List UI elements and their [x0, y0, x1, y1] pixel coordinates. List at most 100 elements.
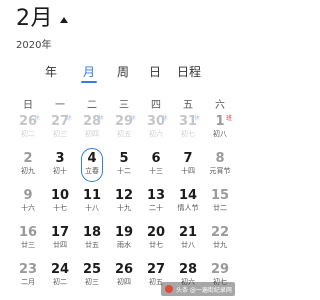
day-number: 3: [55, 151, 65, 166]
day-cell[interactable]: 12 十九: [108, 184, 140, 221]
week-row: 16 廿三 17 廿四 18 廿五 19 雨水 20 廿七 21 廿八 22 廿九: [12, 221, 236, 258]
calendar-header: 2月 2020年: [16, 6, 68, 51]
day-number: 27: [146, 262, 166, 277]
day-lunar-label: 初四: [117, 278, 131, 286]
day-lunar-label: 十八: [85, 204, 99, 212]
day-number: 23: [18, 262, 38, 277]
day-cell[interactable]: 5 十二: [108, 147, 140, 184]
day-cell[interactable]: 10 十七: [44, 184, 76, 221]
weekday-wed: 三: [119, 100, 129, 111]
tab-day[interactable]: 日: [147, 64, 163, 80]
day-number: 9: [23, 188, 33, 203]
day-cell[interactable]: 14 情人节: [172, 184, 204, 221]
day-number: 11: [82, 188, 102, 203]
day-cell[interactable]: 3 初十: [44, 147, 76, 184]
weekday-sun: 日: [23, 100, 33, 111]
day-cell[interactable]: 23 二月: [12, 258, 44, 295]
day-number: 5: [119, 151, 129, 166]
day-cell[interactable]: 9 十六: [12, 184, 44, 221]
day-lunar-label: 廿三: [21, 241, 35, 249]
weekday-header: 日 一 二 三 四 五 六: [12, 96, 236, 111]
watermark-logo-icon: [165, 285, 173, 293]
holiday-badge: 休: [130, 115, 137, 122]
day-cell[interactable]: 21 廿八: [172, 221, 204, 258]
day-cell[interactable]: 25 初三: [76, 258, 108, 295]
tab-month[interactable]: 月: [81, 64, 97, 83]
week-row: 26 初二休 27 初三休 28 初四休 29 初五休 30 初六休 31 初七休 1 初八班: [12, 110, 236, 147]
tab-year[interactable]: 年: [43, 64, 59, 80]
day-number: 4: [87, 151, 97, 166]
day-lunar-label: 十六: [21, 204, 35, 212]
watermark: 头条 @一遍街纪录网: [161, 282, 235, 296]
day-lunar-label: 初三: [53, 130, 67, 138]
day-cell[interactable]: 19 雨水: [108, 221, 140, 258]
weekday-sat: 六: [215, 100, 225, 111]
day-number: 28: [178, 262, 198, 277]
day-cell[interactable]: 27 初三休: [44, 110, 76, 147]
day-lunar-label: 十三: [149, 167, 163, 175]
day-number: 24: [50, 262, 70, 277]
day-cell[interactable]: 15 廿二: [204, 184, 236, 221]
day-cell[interactable]: 6 十三: [140, 147, 172, 184]
day-cell[interactable]: 28 初四休: [76, 110, 108, 147]
day-cell[interactable]: 13 二十: [140, 184, 172, 221]
day-number: 14: [178, 188, 198, 203]
day-number: 25: [82, 262, 102, 277]
day-lunar-label: 二十: [149, 204, 163, 212]
tab-week[interactable]: 周: [115, 64, 131, 80]
day-number: 29: [210, 262, 230, 277]
day-number: 6: [151, 151, 161, 166]
day-cell[interactable]: 16 廿三: [12, 221, 44, 258]
day-cell[interactable]: 31 初七休: [172, 110, 204, 147]
day-lunar-label: 廿五: [85, 241, 99, 249]
day-lunar-label: 雨水: [117, 241, 131, 249]
day-lunar-label: 初八: [213, 130, 227, 138]
day-lunar-label: 廿四: [53, 241, 67, 249]
day-lunar-label: 十七: [53, 204, 67, 212]
day-cell[interactable]: 11 十八: [76, 184, 108, 221]
day-number: 26: [114, 262, 134, 277]
month-selector[interactable]: 2月: [16, 6, 68, 32]
day-cell[interactable]: 2 初九: [12, 147, 44, 184]
day-number: 2: [23, 151, 33, 166]
day-number: 21: [178, 225, 198, 240]
tab-schedule[interactable]: 日程: [175, 64, 203, 80]
day-cell[interactable]: 1 初八班: [204, 110, 236, 147]
day-lunar-label: 初九: [21, 167, 35, 175]
day-lunar-label: 廿九: [213, 241, 227, 249]
day-lunar-label: 初十: [53, 167, 67, 175]
month-title[interactable]: 2月: [16, 6, 53, 32]
day-number: 19: [114, 225, 134, 240]
day-cell[interactable]: 30 初六休: [140, 110, 172, 147]
day-number: 10: [50, 188, 70, 203]
month-grid: 26 初二休 27 初三休 28 初四休 29 初五休 30 初六休 31 初七休 1 初八班 2 初九 3 初十…: [12, 110, 236, 295]
day-lunar-label: 十四: [181, 167, 195, 175]
holiday-badge: 休: [194, 115, 201, 122]
workday-badge: 班: [226, 115, 233, 122]
day-lunar-label: 初二: [21, 130, 35, 138]
day-cell[interactable]: 18 廿五: [76, 221, 108, 258]
day-lunar-label: 初三: [85, 278, 99, 286]
holiday-badge: 休: [34, 115, 41, 122]
day-lunar-label: 二月: [21, 278, 35, 286]
day-lunar-label: 初七: [181, 130, 195, 138]
day-lunar-label: 元宵节: [209, 167, 231, 175]
watermark-text: 头条 @一遍街纪录网: [176, 286, 232, 294]
day-cell[interactable]: 26 初四: [108, 258, 140, 295]
caret-up-icon[interactable]: [60, 17, 68, 23]
week-row: 9 十六 10 十七 11 十八 12 十九 13 二十 14 情人节 15 廿二: [12, 184, 236, 221]
day-lunar-label: 情人节: [177, 204, 199, 212]
day-cell[interactable]: 17 廿四: [44, 221, 76, 258]
day-cell[interactable]: 26 初二休: [12, 110, 44, 147]
day-lunar-label: 十九: [117, 204, 131, 212]
day-cell[interactable]: 24 初二: [44, 258, 76, 295]
day-cell[interactable]: 8 元宵节: [204, 147, 236, 184]
day-cell[interactable]: 29 初五休: [108, 110, 140, 147]
day-cell[interactable]: 7 十四: [172, 147, 204, 184]
year-label: 2020年: [16, 40, 52, 51]
day-cell-today[interactable]: 4 立春: [76, 147, 108, 184]
weekday-mon: 一: [55, 100, 65, 111]
day-cell[interactable]: 20 廿七: [140, 221, 172, 258]
day-lunar-label: 十二: [117, 167, 131, 175]
day-cell[interactable]: 22 廿九: [204, 221, 236, 258]
